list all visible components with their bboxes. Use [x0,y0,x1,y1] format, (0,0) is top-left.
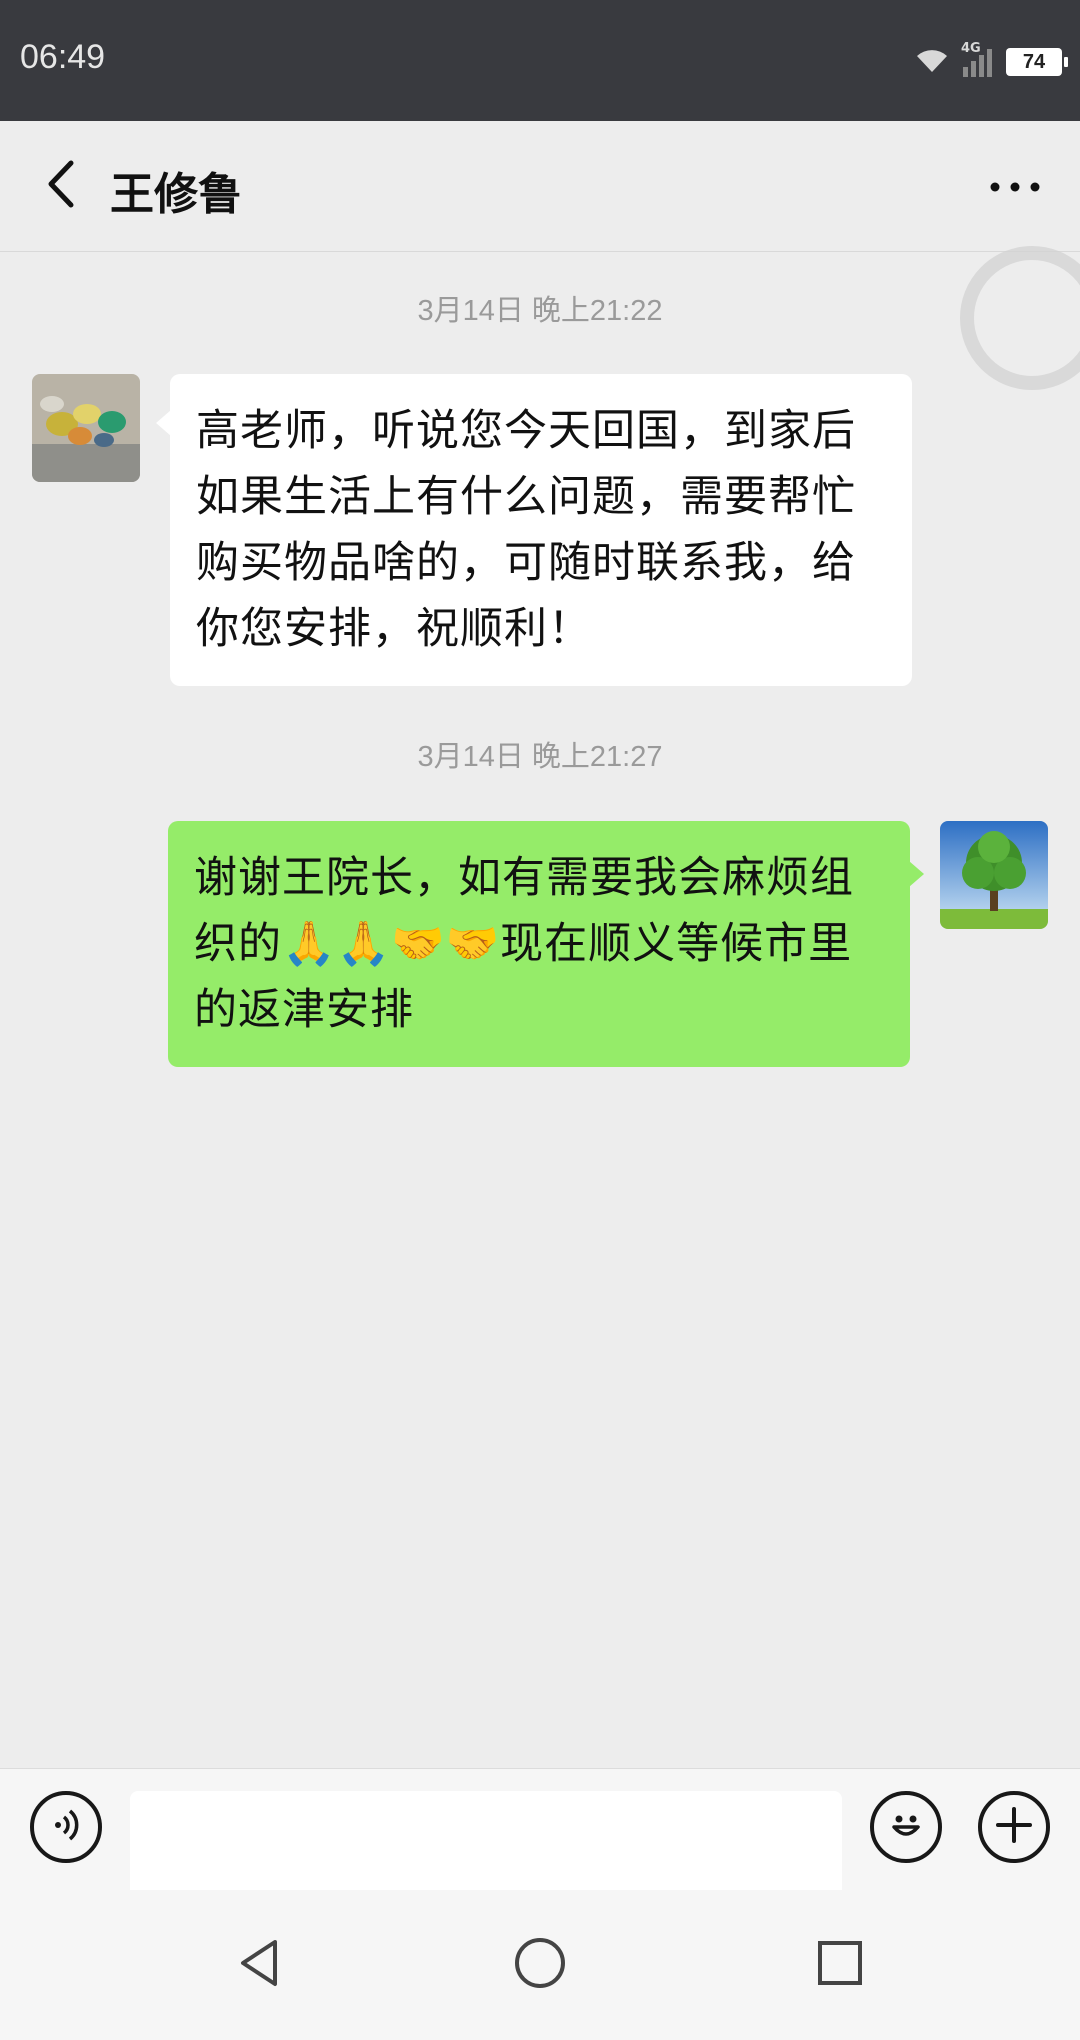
message-input[interactable] [130,1791,842,1899]
system-navigation-bar [0,1890,1080,2040]
status-time: 06:49 [20,38,106,76]
network-type-label: 4G [961,41,981,56]
nav-recents-icon [817,1940,863,1990]
back-button[interactable] [30,156,90,216]
nav-recents-button[interactable] [805,1930,875,2000]
message-timestamp: 3月14日 晚上21:22 [417,295,663,327]
message-text: 谢谢王院长，如有需要我会麻烦组织的🙏🙏🤝🤝现在顺义等候市里的返津安排 [194,853,854,1035]
message-timestamp: 3月14日 晚上21:27 [417,741,663,773]
chat-title: 王修鲁 [110,169,242,220]
message-text: 高老师，听说您今天回国，到家后如果生活上有什么问题，需要帮忙购买物品啥的，可随时… [196,406,856,654]
plus-icon [994,1805,1034,1849]
battery-icon: 74 [1006,48,1068,76]
emoji-button[interactable] [870,1791,942,1863]
voice-button[interactable] [30,1791,102,1863]
more-functions-button[interactable] [978,1791,1050,1863]
outgoing-message-bubble[interactable]: 谢谢王院长，如有需要我会麻烦组织的🙏🙏🤝🤝现在顺义等候市里的返津安排 [168,821,924,1067]
incoming-message-bubble[interactable]: 高老师，听说您今天回国，到家后如果生活上有什么问题，需要帮忙购买物品啥的，可随时… [156,374,912,686]
status-icons: 4G 74 [915,41,1068,82]
input-bar [0,1768,1080,1899]
emoji-icon [886,1805,926,1849]
battery-level: 74 [1022,50,1046,73]
more-button[interactable] [980,156,1050,216]
nav-back-icon [235,1938,285,1992]
wifi-icon [915,46,949,78]
nav-back-button[interactable] [225,1930,295,2000]
chat-header: 王修鲁 [0,121,1080,252]
nav-home-icon [513,1936,567,1994]
my-avatar[interactable] [940,821,1048,929]
more-icon [990,177,1040,196]
cellular-signal-icon: 4G [961,41,992,77]
nav-home-button[interactable] [505,1930,575,2000]
status-bar: 06:49 4G 74 [0,0,1080,121]
voice-icon [48,1807,84,1847]
back-arrow-icon [45,159,75,213]
contact-avatar[interactable] [32,374,140,482]
